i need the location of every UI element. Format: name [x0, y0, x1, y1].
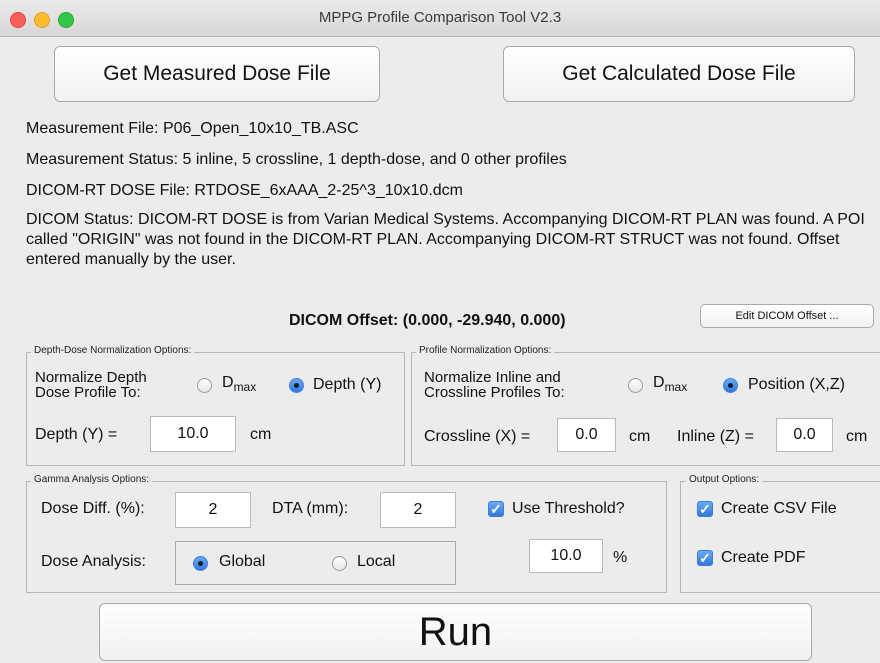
dose-diff-label: Dose Diff. (%): — [41, 500, 145, 517]
global-radio[interactable] — [193, 556, 208, 571]
dose-analysis-radio-group — [175, 541, 456, 585]
use-threshold-label: Use Threshold? — [512, 500, 625, 517]
profile-position-radio[interactable] — [723, 378, 738, 393]
depth-unit-label: cm — [250, 426, 272, 443]
use-threshold-checkbox[interactable]: ✓ — [488, 501, 504, 517]
measurement-file-text: Measurement File: P06_Open_10x10_TB.ASC — [26, 120, 359, 137]
crossline-value-input[interactable]: 0.0 — [557, 418, 616, 452]
output-group-label: Output Options: — [686, 474, 763, 485]
profile-normalize-prompt: Normalize Inline and Crossline Profiles … — [424, 369, 565, 401]
dicom-offset-text: DICOM Offset: (0.000, -29.940, 0.000) — [289, 312, 566, 329]
profile-dmax-label: Dmax — [653, 374, 688, 395]
dicom-status-text: DICOM Status: DICOM-RT DOSE is from Vari… — [26, 211, 865, 268]
threshold-input[interactable]: 10.0 — [529, 539, 603, 573]
gamma-group-label: Gamma Analysis Options: — [31, 474, 153, 485]
depth-dmax-label: Dmax — [222, 374, 257, 395]
depth-value-label: Depth (Y) = — [35, 426, 118, 443]
depth-y-label: Depth (Y) — [313, 376, 382, 393]
dose-diff-input[interactable]: 2 — [175, 492, 251, 528]
get-measured-dose-button[interactable]: Get Measured Dose File — [54, 46, 380, 102]
depth-value-input[interactable]: 10.0 — [150, 416, 236, 452]
edit-dicom-offset-button[interactable]: Edit DICOM Offset ... — [700, 304, 874, 328]
create-csv-label: Create CSV File — [721, 500, 837, 517]
crossline-label: Crossline (X) = — [424, 428, 531, 445]
crossline-unit-label: cm — [629, 428, 651, 445]
depth-normalize-prompt: Normalize Depth Dose Profile To: — [35, 369, 147, 401]
threshold-unit-label: % — [613, 549, 628, 566]
dicom-file-text: DICOM-RT DOSE File: RTDOSE_6xAAA_2-25^3_… — [26, 182, 463, 199]
profile-dmax-radio[interactable] — [628, 378, 643, 393]
dta-input[interactable]: 2 — [380, 492, 456, 528]
measurement-status-text: Measurement Status: 5 inline, 5 crosslin… — [26, 151, 567, 168]
inline-label: Inline (Z) = — [677, 428, 754, 445]
dose-analysis-label: Dose Analysis: — [41, 553, 146, 570]
run-button[interactable]: Run — [99, 603, 812, 661]
output-options-group — [680, 481, 880, 593]
create-pdf-label: Create PDF — [721, 549, 806, 566]
create-pdf-checkbox[interactable]: ✓ — [697, 550, 713, 566]
get-calculated-dose-button[interactable]: Get Calculated Dose File — [503, 46, 855, 102]
local-label: Local — [357, 553, 396, 570]
profile-group-label: Profile Normalization Options: — [416, 345, 555, 356]
title-bar: MPPG Profile Comparison Tool V2.3 — [0, 0, 880, 37]
dta-label: DTA (mm): — [272, 500, 349, 517]
inline-value-input[interactable]: 0.0 — [776, 418, 833, 452]
depth-dmax-radio[interactable] — [197, 378, 212, 393]
inline-unit-label: cm — [846, 428, 868, 445]
create-csv-checkbox[interactable]: ✓ — [697, 501, 713, 517]
depth-dose-group-label: Depth-Dose Normalization Options: — [31, 345, 195, 356]
depth-y-radio[interactable] — [289, 378, 304, 393]
window-title: MPPG Profile Comparison Tool V2.3 — [318, 9, 562, 26]
global-label: Global — [219, 553, 266, 570]
profile-position-label: Position (X,Z) — [748, 376, 845, 393]
local-radio[interactable] — [332, 556, 347, 571]
